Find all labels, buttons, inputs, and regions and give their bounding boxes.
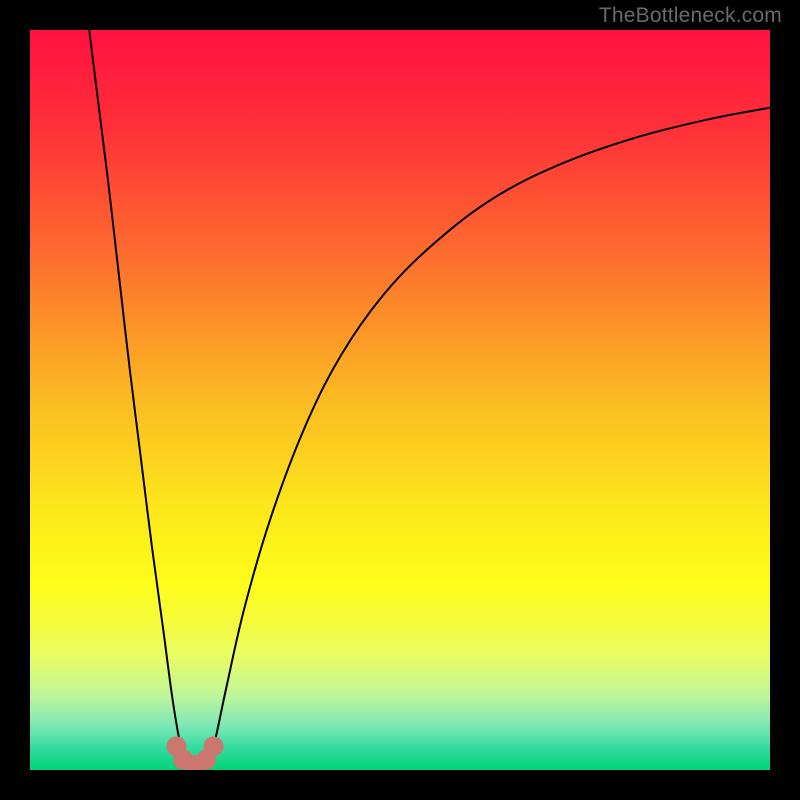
chart-svg [30,30,770,770]
chart-frame: TheBottleneck.com [0,0,800,800]
chart-background [30,30,770,770]
plot-area [30,30,770,770]
marker-dot [204,736,224,756]
watermark-text: TheBottleneck.com [599,4,782,28]
